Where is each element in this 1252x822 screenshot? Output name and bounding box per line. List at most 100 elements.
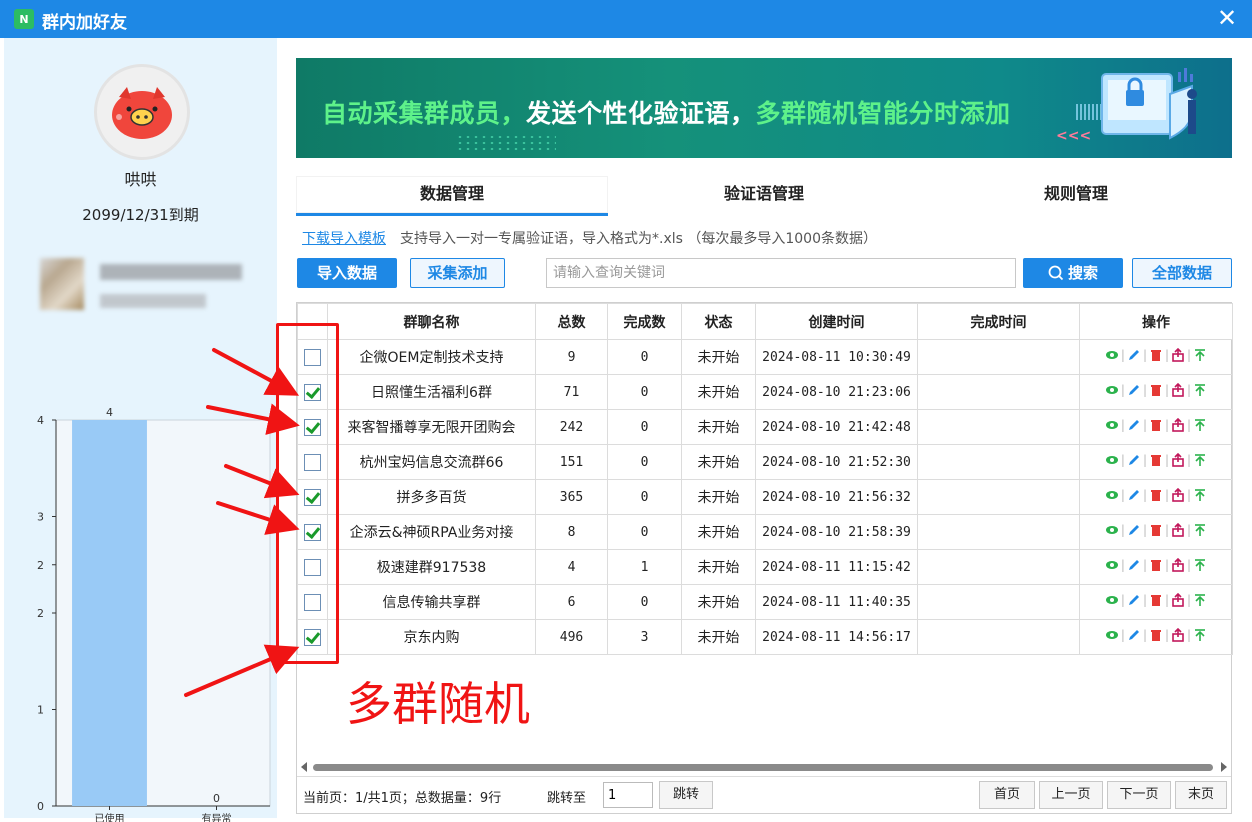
eye-icon[interactable] <box>1105 628 1119 642</box>
cell-created: 2024-08-10 21:23:06 <box>755 374 918 410</box>
edit-icon[interactable] <box>1127 523 1141 537</box>
top-icon[interactable] <box>1193 558 1207 572</box>
row-checkbox[interactable] <box>304 383 321 401</box>
top-icon[interactable] <box>1193 453 1207 467</box>
delete-icon[interactable] <box>1149 593 1163 607</box>
top-icon[interactable] <box>1193 348 1207 362</box>
table-row: 日照懂生活福利6群 71 0 未开始 2024-08-10 21:23:06 | | | | <box>297 374 1233 410</box>
last-page-button[interactable]: 末页 <box>1175 781 1227 809</box>
op-separator: | <box>1142 488 1147 502</box>
cell-finished <box>917 514 1080 550</box>
edit-icon[interactable] <box>1127 593 1141 607</box>
eye-icon[interactable] <box>1105 593 1119 607</box>
chart-data-label: 0 <box>213 792 220 805</box>
op-separator: | <box>1120 453 1125 467</box>
tab-verification-management[interactable]: 验证语管理 <box>608 176 920 216</box>
eye-icon[interactable] <box>1105 453 1119 467</box>
top-icon[interactable] <box>1193 593 1207 607</box>
scroll-left-arrow-icon[interactable] <box>301 762 307 772</box>
top-icon[interactable] <box>1193 628 1207 642</box>
cell-total: 9 <box>535 339 608 375</box>
header-group-name: 群聊名称 <box>327 303 536 340</box>
top-icon[interactable] <box>1193 383 1207 397</box>
next-page-button[interactable]: 下一页 <box>1107 781 1171 809</box>
download-template-link[interactable]: 下载导入模板 <box>302 231 386 247</box>
top-icon[interactable] <box>1193 488 1207 502</box>
pagination-bar: 当前页：1/共1页；总数据量：9行 跳转至 跳转 首页 上一页 下一页 末页 <box>297 776 1231 814</box>
edit-icon[interactable] <box>1127 558 1141 572</box>
row-checkbox[interactable] <box>304 488 321 506</box>
cell-created: 2024-08-11 11:15:42 <box>755 549 918 585</box>
page-number-input[interactable] <box>603 782 653 808</box>
export-icon[interactable] <box>1171 487 1185 502</box>
row-checkbox[interactable] <box>304 628 321 646</box>
op-separator: | <box>1120 523 1125 537</box>
import-hint-text: 支持导入一对一专属验证语，导入格式为*.xls （每次最多导入1000条数据） <box>400 231 877 247</box>
data-table: 群聊名称 总数 完成数 状态 创建时间 完成时间 操作 企微OEM定制技术支持 9… <box>297 303 1233 655</box>
top-icon[interactable] <box>1193 418 1207 432</box>
import-data-button[interactable]: 导入数据 <box>297 258 397 288</box>
search-button[interactable]: 搜索 <box>1023 258 1123 288</box>
sidebar: 哄哄 2099/12/31到期 0 1 2 2 3 4 4 已使用 0 有异常 <box>4 38 277 822</box>
op-separator: | <box>1165 453 1170 467</box>
delete-icon[interactable] <box>1149 558 1163 572</box>
delete-icon[interactable] <box>1149 418 1163 432</box>
row-checkbox[interactable] <box>304 558 321 576</box>
row-checkbox[interactable] <box>304 523 321 541</box>
cell-group-name: 企微OEM定制技术支持 <box>327 339 536 375</box>
prev-page-button[interactable]: 上一页 <box>1039 781 1103 809</box>
export-icon[interactable] <box>1171 417 1185 432</box>
edit-icon[interactable] <box>1127 383 1141 397</box>
edit-icon[interactable] <box>1127 453 1141 467</box>
eye-icon[interactable] <box>1105 418 1119 432</box>
chart-y-tick-label: 2 <box>37 607 44 620</box>
cell-actions: | | | | <box>1079 549 1233 585</box>
delete-icon[interactable] <box>1149 628 1163 642</box>
eye-icon[interactable] <box>1105 488 1119 502</box>
tab-rule-management[interactable]: 规则管理 <box>920 176 1232 216</box>
export-icon[interactable] <box>1171 522 1185 537</box>
all-data-button[interactable]: 全部数据 <box>1132 258 1232 288</box>
cell-total: 151 <box>535 444 608 480</box>
delete-icon[interactable] <box>1149 523 1163 537</box>
edit-icon[interactable] <box>1127 418 1141 432</box>
delete-icon[interactable] <box>1149 453 1163 467</box>
row-checkbox[interactable] <box>304 453 321 471</box>
export-icon[interactable] <box>1171 627 1185 642</box>
delete-icon[interactable] <box>1149 348 1163 362</box>
jump-button[interactable]: 跳转 <box>659 781 713 809</box>
collect-add-button[interactable]: 采集添加 <box>410 258 505 288</box>
row-checkbox[interactable] <box>304 593 321 611</box>
eye-icon[interactable] <box>1105 523 1119 537</box>
op-separator: | <box>1165 523 1170 537</box>
export-icon[interactable] <box>1171 452 1185 467</box>
row-checkbox[interactable] <box>304 348 321 366</box>
export-icon[interactable] <box>1171 557 1185 572</box>
close-button[interactable]: ✕ <box>1214 5 1240 31</box>
eye-icon[interactable] <box>1105 348 1119 362</box>
delete-icon[interactable] <box>1149 488 1163 502</box>
edit-icon[interactable] <box>1127 348 1141 362</box>
edit-icon[interactable] <box>1127 488 1141 502</box>
cell-actions: | | | | <box>1079 374 1233 410</box>
scrollbar-thumb[interactable] <box>313 764 1213 771</box>
search-input[interactable] <box>546 258 1016 288</box>
row-checkbox[interactable] <box>304 418 321 436</box>
edit-icon[interactable] <box>1127 628 1141 642</box>
export-icon[interactable] <box>1171 382 1185 397</box>
cell-actions: | | | | <box>1079 514 1233 550</box>
scroll-right-arrow-icon[interactable] <box>1221 762 1227 772</box>
horizontal-scrollbar[interactable] <box>299 760 1229 774</box>
delete-icon[interactable] <box>1149 383 1163 397</box>
eye-icon[interactable] <box>1105 383 1119 397</box>
export-icon[interactable] <box>1171 592 1185 607</box>
export-icon[interactable] <box>1171 347 1185 362</box>
cell-total: 242 <box>535 409 608 445</box>
import-hint: 下载导入模板 支持导入一对一专属验证语，导入格式为*.xls （每次最多导入100… <box>302 228 877 248</box>
top-icon[interactable] <box>1193 523 1207 537</box>
cell-status: 未开始 <box>681 479 756 515</box>
first-page-button[interactable]: 首页 <box>979 781 1035 809</box>
eye-icon[interactable] <box>1105 558 1119 572</box>
tab-data-management[interactable]: 数据管理 <box>296 176 608 216</box>
op-separator: | <box>1165 558 1170 572</box>
